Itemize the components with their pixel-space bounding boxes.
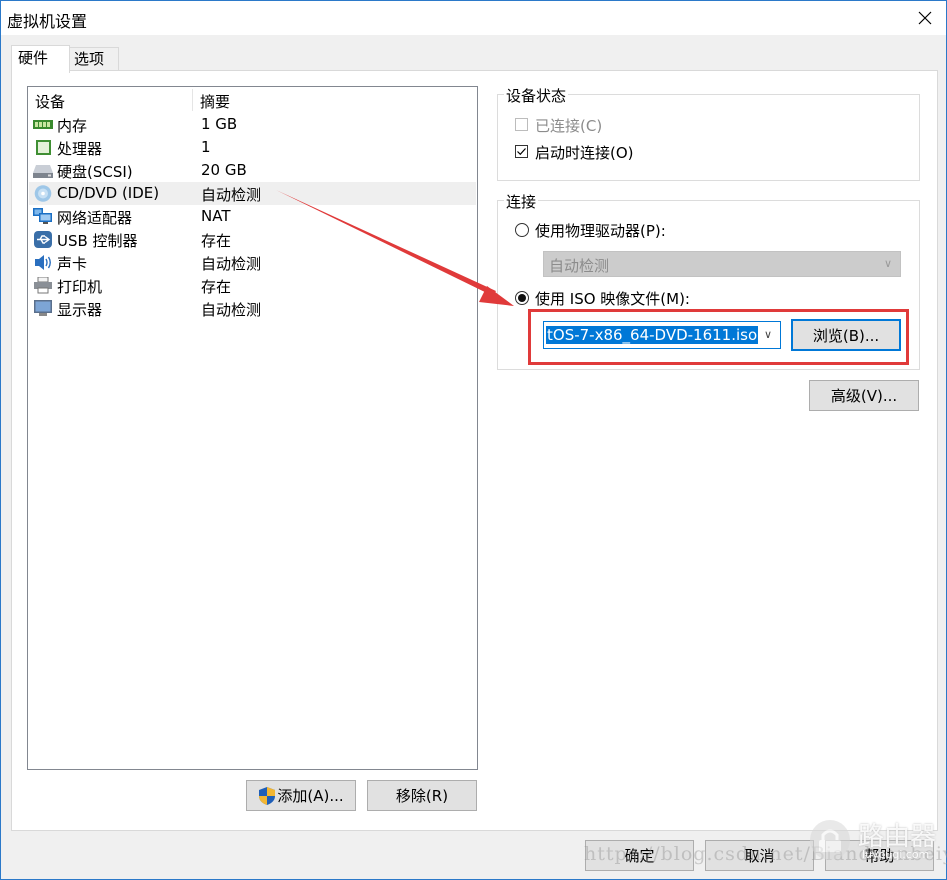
chevron-down-icon[interactable]: ∨ (764, 328, 772, 341)
device-name: 网络适配器 (57, 209, 133, 227)
processor-icon (36, 140, 51, 155)
device-name: 硬盘(SCSI) (57, 163, 133, 181)
tab-options[interactable]: 选项 (67, 47, 119, 72)
device-name: CD/DVD (IDE) (57, 184, 160, 202)
connect-at-power-on-label: 启动时连接(O) (535, 144, 634, 162)
connected-checkbox[interactable] (515, 118, 528, 131)
sound-card-icon (35, 255, 51, 270)
chevron-down-icon: ∨ (884, 257, 893, 270)
tab-hardware[interactable]: 硬件 (11, 45, 70, 73)
remove-device-button[interactable]: 移除(R) (367, 780, 477, 811)
advanced-button[interactable]: 高级(V)... (809, 380, 919, 411)
device-summary: 1 (201, 138, 211, 156)
close-icon (918, 11, 932, 25)
physical-drive-value: 自动检测 (549, 257, 610, 275)
device-row-memory[interactable]: 内存 1 GB (29, 113, 476, 136)
printer-icon (34, 277, 52, 294)
device-summary: 存在 (201, 232, 232, 250)
checkmark-icon (517, 148, 526, 156)
device-row-cd-dvd[interactable]: CD/DVD (IDE) 自动检测 (29, 182, 476, 205)
iso-path-value: tOS-7-x86_64-DVD-1611.iso (546, 326, 759, 344)
device-summary: 自动检测 (201, 301, 262, 319)
help-button[interactable]: 帮助 (825, 840, 934, 871)
cd-dvd-icon (34, 185, 52, 202)
add-device-label: 添加(A)... (277, 787, 344, 805)
device-row-display[interactable]: 显示器 自动检测 (29, 297, 476, 320)
device-summary: 自动检测 (201, 186, 262, 204)
device-row-usb[interactable]: USB 控制器 存在 (29, 228, 476, 251)
device-row-network-adapter[interactable]: 网络适配器 NAT (29, 205, 476, 228)
column-separator[interactable] (192, 89, 193, 111)
connect-at-power-on-checkbox[interactable] (515, 145, 528, 158)
device-name: 处理器 (57, 140, 103, 158)
hard-disk-icon (33, 165, 53, 178)
device-name: 内存 (57, 117, 88, 135)
device-name: USB 控制器 (57, 232, 138, 250)
title-bar: 虚拟机设置 (1, 1, 946, 35)
device-list[interactable]: 设备 摘要 内存 1 GB 处理器 1 硬盘(SCSI) 20 GB CD/DV… (27, 86, 478, 770)
device-row-sound-card[interactable]: 声卡 自动检测 (29, 251, 476, 274)
cancel-button[interactable]: 取消 (705, 840, 814, 871)
iso-image-radio[interactable] (515, 291, 529, 305)
ok-button[interactable]: 确定 (585, 840, 694, 871)
memory-icon (33, 120, 53, 129)
device-summary: 自动检测 (201, 255, 262, 273)
device-summary: 20 GB (201, 161, 247, 179)
add-device-button[interactable]: 添加(A)... (246, 780, 356, 811)
column-header-summary[interactable]: 摘要 (200, 91, 230, 112)
display-icon (34, 300, 52, 316)
usb-icon (34, 231, 52, 248)
device-summary: NAT (201, 207, 231, 225)
uac-shield-icon (259, 786, 276, 805)
column-header-device[interactable]: 设备 (35, 91, 65, 112)
connected-label: 已连接(C) (535, 117, 603, 135)
physical-drive-label: 使用物理驱动器(P): (535, 222, 666, 240)
device-name: 声卡 (57, 255, 88, 273)
iso-image-label: 使用 ISO 映像文件(M): (535, 290, 690, 308)
device-row-printer[interactable]: 打印机 存在 (29, 274, 476, 297)
device-row-processor[interactable]: 处理器 1 (29, 136, 476, 159)
iso-path-combobox[interactable]: tOS-7-x86_64-DVD-1611.iso ∨ (543, 321, 781, 349)
device-summary: 存在 (201, 278, 232, 296)
device-summary: 1 GB (201, 115, 238, 133)
device-status-heading: 设备状态 (504, 85, 569, 106)
device-name: 显示器 (57, 301, 103, 319)
connection-heading: 连接 (504, 191, 539, 212)
physical-drive-radio[interactable] (515, 223, 529, 237)
window-title: 虚拟机设置 (7, 12, 88, 31)
device-status-group (497, 94, 920, 181)
close-button[interactable] (905, 3, 945, 33)
browse-button[interactable]: 浏览(B)... (791, 319, 901, 351)
network-adapter-icon (33, 208, 52, 224)
device-name: 打印机 (57, 278, 103, 296)
device-row-hard-disk[interactable]: 硬盘(SCSI) 20 GB (29, 159, 476, 182)
physical-drive-select[interactable]: 自动检测 ∨ (543, 251, 901, 277)
